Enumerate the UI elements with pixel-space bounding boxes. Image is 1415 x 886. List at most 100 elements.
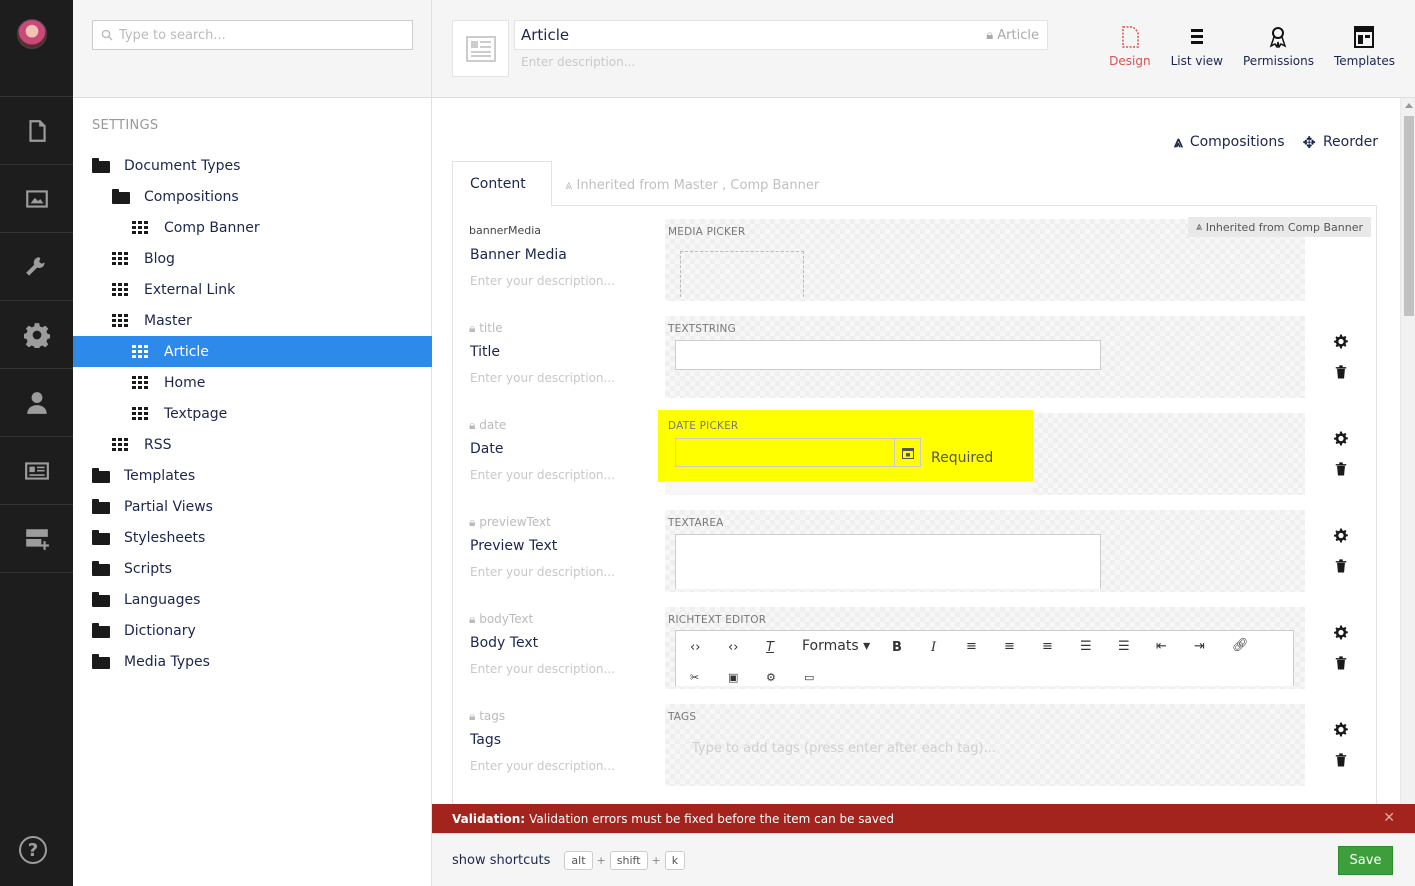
bold-icon[interactable]: B (892, 640, 902, 655)
tree-item[interactable]: Textpage (73, 398, 432, 429)
tree-item[interactable]: Home (73, 367, 432, 398)
trash-icon[interactable] (1334, 364, 1348, 379)
tags-input[interactable]: Type to add tags (press enter after each… (692, 741, 996, 756)
tree-item[interactable]: Templates (73, 460, 432, 491)
tree-item[interactable]: Blog (73, 243, 432, 274)
vertical-scrollbar[interactable] (1400, 98, 1415, 804)
doctype-name-input[interactable]: Article 🔒︎ Article (514, 20, 1048, 50)
avatar[interactable] (17, 19, 47, 49)
property-label[interactable]: Preview Text (470, 538, 557, 554)
property-description[interactable]: Enter your description... (470, 565, 615, 579)
align-right-icon[interactable]: ≡ (1042, 639, 1053, 654)
remove-format-icon[interactable]: T (766, 640, 774, 655)
media-section-icon[interactable] (0, 164, 73, 232)
code-icon[interactable]: ‹› (728, 640, 738, 655)
calendar-button[interactable] (894, 438, 921, 467)
validation-bar: Validation: Validation errors must be fi… (432, 804, 1415, 833)
gear-icon[interactable] (1334, 722, 1348, 737)
doctype-icon (132, 406, 150, 421)
media-placeholder[interactable] (680, 251, 804, 297)
tree-item-label: Compositions (144, 188, 239, 205)
compositions-button[interactable]: ⩓ Compositions (1174, 132, 1285, 152)
bullet-list-icon[interactable]: ☰ (1080, 639, 1092, 654)
textarea-field[interactable] (675, 534, 1101, 589)
embed-icon[interactable]: ▭ (804, 671, 814, 684)
numbered-list-icon[interactable]: ☰ (1118, 639, 1130, 654)
property-description[interactable]: Enter your description... (470, 759, 615, 773)
app-permissions[interactable]: Permissions (1243, 26, 1314, 68)
doctype-description[interactable]: Enter description... (521, 55, 635, 69)
lock-icon: 🔒︎ (469, 515, 476, 529)
tree-search[interactable] (92, 20, 413, 50)
app-design[interactable]: Design (1109, 26, 1151, 68)
formats-dropdown[interactable]: Formats ▾ (802, 638, 870, 654)
align-center-icon[interactable]: ≡ (1004, 639, 1015, 654)
help-icon[interactable]: ? (19, 836, 47, 864)
trash-icon[interactable] (1334, 655, 1348, 670)
save-button[interactable]: Save (1338, 846, 1393, 875)
trash-icon[interactable] (1334, 558, 1348, 573)
folder-icon (92, 622, 110, 638)
members-section-icon[interactable] (0, 436, 73, 504)
property-description[interactable]: Enter your description... (470, 371, 615, 385)
property-label[interactable]: Body Text (470, 635, 538, 651)
tree-item[interactable]: Document Types (73, 150, 432, 181)
tree-item[interactable]: Partial Views (73, 491, 432, 522)
tree-item-label: Textpage (164, 405, 228, 422)
tree-item[interactable]: Article (73, 336, 432, 367)
property-label[interactable]: Date (470, 441, 503, 457)
tree-item-label: Comp Banner (164, 219, 260, 236)
tree-item[interactable]: Master (73, 305, 432, 336)
tree-item[interactable]: Stylesheets (73, 522, 432, 553)
doctype-alias[interactable]: 🔒︎ Article (986, 28, 1039, 43)
gear-icon[interactable] (1334, 431, 1348, 446)
close-icon[interactable]: ✕ (1383, 810, 1395, 826)
tree-item[interactable]: Dictionary (73, 615, 432, 646)
users-section-icon[interactable] (0, 368, 73, 436)
property-label[interactable]: Title (470, 344, 500, 360)
trash-icon[interactable] (1334, 461, 1348, 476)
tab-content[interactable]: Content (452, 161, 552, 206)
reorder-button[interactable]: ✥ Reorder (1303, 132, 1378, 152)
app-templates[interactable]: Templates (1334, 26, 1395, 68)
image-icon[interactable]: ▣ (728, 671, 738, 684)
unlink-icon[interactable]: ✂ (690, 671, 699, 684)
doctype-icon-picker[interactable] (452, 20, 509, 77)
tree-item[interactable]: Scripts (73, 553, 432, 584)
gear-icon[interactable] (1334, 625, 1348, 640)
align-left-icon[interactable]: ≡ (966, 639, 977, 654)
app-list-view[interactable]: List view (1171, 26, 1223, 68)
tree-item[interactable]: Compositions (73, 181, 432, 212)
tree-item[interactable]: RSS (73, 429, 432, 460)
gear-icon[interactable] (1334, 334, 1348, 349)
scroll-up-icon[interactable] (1405, 103, 1413, 108)
property-label[interactable]: Tags (470, 732, 501, 748)
gear-icon[interactable] (1334, 528, 1348, 543)
show-shortcuts[interactable]: show shortcuts (452, 853, 550, 868)
property-description[interactable]: Enter your description... (470, 468, 615, 482)
property-banner-media: bannerMedia Banner Media Enter your desc… (469, 217, 1372, 311)
textstring-field[interactable] (675, 340, 1101, 370)
textstring-editor: TEXTSTRING (665, 316, 1305, 398)
property-description[interactable]: Enter your description... (470, 274, 615, 288)
property-description[interactable]: Enter your description... (470, 662, 615, 676)
link-icon[interactable]: 🔗︎ (1232, 638, 1249, 653)
italic-icon[interactable]: I (931, 640, 936, 655)
outdent-icon[interactable]: ⇤ (1156, 639, 1167, 654)
date-field[interactable] (675, 438, 895, 467)
source-code-icon[interactable]: ‹› (690, 640, 700, 655)
content-section-icon[interactable] (0, 96, 73, 164)
macro-icon[interactable]: ⚙ (766, 671, 776, 684)
forms-section-icon[interactable] (0, 504, 73, 572)
settings-section-icon[interactable] (0, 300, 73, 368)
wrench-icon[interactable] (0, 232, 73, 300)
trash-icon[interactable] (1334, 752, 1348, 767)
search-input[interactable] (119, 27, 399, 43)
tree-item[interactable]: External Link (73, 274, 432, 305)
tree-item[interactable]: Comp Banner (73, 212, 432, 243)
scrollbar-thumb[interactable] (1404, 116, 1414, 316)
tree-item[interactable]: Languages (73, 584, 432, 615)
tree-item[interactable]: Media Types (73, 646, 432, 677)
indent-icon[interactable]: ⇥ (1194, 639, 1205, 654)
property-label[interactable]: Banner Media (470, 247, 567, 263)
